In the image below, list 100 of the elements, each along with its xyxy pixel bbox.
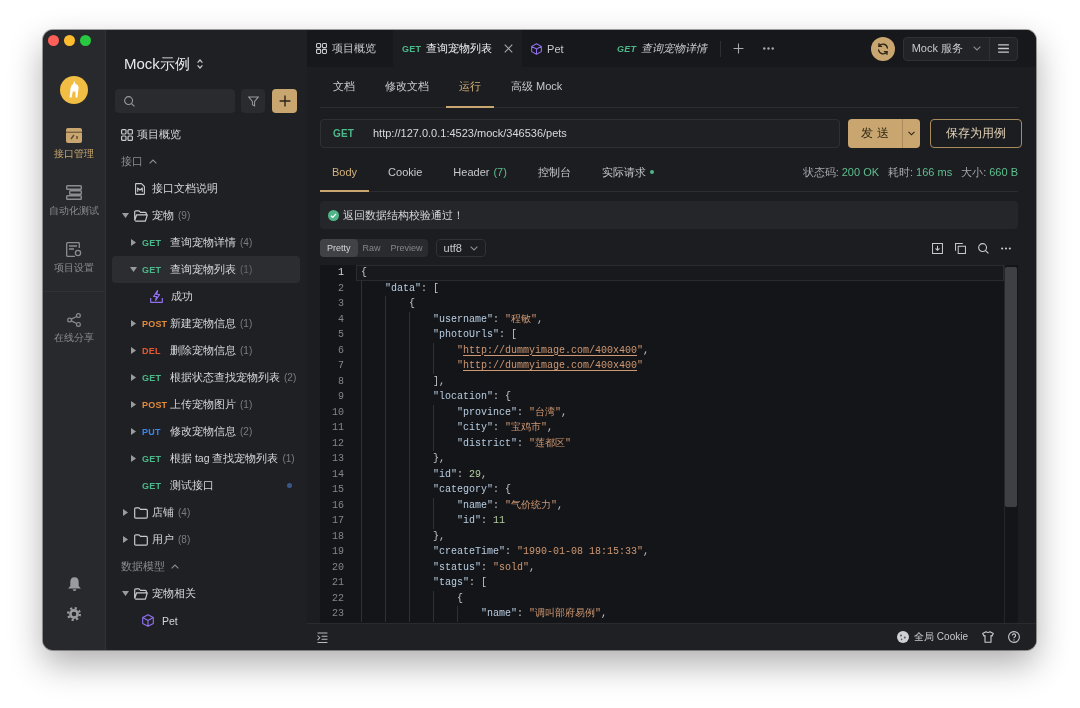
send-button[interactable]: 发 送 (848, 119, 902, 148)
line-number: 23 (332, 607, 344, 621)
tree-item[interactable]: GET 根据状态查找宠物列表 (2) (112, 364, 300, 391)
close-icon[interactable] (504, 44, 514, 53)
caret-right-icon[interactable] (130, 320, 136, 327)
line-number: 11 (332, 421, 344, 435)
tree-item[interactable]: 宠物相关 (112, 580, 300, 607)
url-input[interactable]: http://127.0.0.1:4523/mock/346536/pets (373, 120, 839, 147)
editor-tab[interactable]: GET 查询宠物列表 (393, 30, 523, 67)
caret-down-icon[interactable] (129, 267, 137, 272)
caret-right-icon[interactable] (122, 536, 128, 543)
section-header[interactable]: 接口 (112, 148, 300, 175)
response-tab[interactable]: 控制台 (525, 154, 583, 192)
caret-right-icon[interactable] (122, 509, 128, 516)
rail-nav-item[interactable]: 在线分享 (54, 313, 94, 344)
code-line: { (457, 591, 463, 606)
refresh-icon (876, 42, 889, 55)
line-number: 20 (332, 560, 344, 575)
tree-item[interactable]: 接口文档说明 (112, 175, 300, 202)
tree-item[interactable]: GET 测试接口 (112, 472, 300, 499)
send-options-button[interactable] (902, 119, 920, 148)
view-mode-tab[interactable]: Preview (385, 239, 428, 257)
cookie-icon (897, 631, 910, 643)
method-label: PUT (142, 426, 162, 437)
refresh-button[interactable] (870, 36, 895, 61)
tree-item[interactable]: 用户 (8) (112, 526, 300, 553)
tree-item[interactable]: POST 上传宠物图片 (1) (112, 391, 300, 418)
doc-tab[interactable]: 文档 (320, 67, 368, 108)
line-number: 16 (332, 498, 344, 513)
caret-down-icon[interactable] (121, 213, 129, 218)
tree-item[interactable]: 宠物 (9) (112, 202, 300, 229)
tree-item[interactable]: POST 新建宠物信息 (1) (112, 310, 300, 337)
caret-right-icon[interactable] (130, 239, 136, 246)
more-icon[interactable] (763, 47, 775, 50)
bell-icon[interactable] (67, 577, 81, 591)
code-line: "location": { (433, 390, 512, 404)
lightning-icon (150, 290, 163, 303)
url-link[interactable]: http://dummyimage.com/400x400 (463, 360, 638, 371)
caret-right-icon[interactable] (130, 455, 136, 462)
response-stat: 耗时: 166 ms (888, 165, 953, 180)
line-number: 22 (332, 591, 344, 606)
code-line: }, (433, 529, 445, 544)
global-cookie-button[interactable]: 全局 Cookie (897, 630, 968, 644)
window-close-icon[interactable] (48, 35, 59, 46)
plus-icon[interactable] (733, 43, 745, 54)
line-number: 13 (332, 452, 344, 466)
settings-icon[interactable] (67, 607, 81, 621)
caret-right-icon[interactable] (130, 374, 136, 381)
search-icon[interactable] (978, 242, 989, 254)
tree-item[interactable]: 成功 (112, 283, 300, 310)
method-label: GET (142, 453, 163, 464)
rail-nav-item[interactable]: 项目设置 (54, 242, 94, 274)
tree-item[interactable]: DEL 删除宠物信息 (1) (112, 337, 300, 364)
tree-item[interactable]: 项目概览 (112, 121, 300, 148)
chevron-updown-icon[interactable] (196, 59, 203, 69)
caret-down-icon[interactable] (121, 591, 129, 596)
section-header[interactable]: 数据模型 (112, 553, 300, 580)
shirt-icon[interactable] (982, 631, 994, 643)
doc-tab[interactable]: 高级 Mock (498, 67, 576, 108)
editor-tab[interactable]: 项目概览 (307, 30, 393, 67)
response-tab[interactable]: Cookie (376, 154, 435, 192)
editor-tab[interactable]: GET 查询宠物详情 (608, 30, 717, 67)
folder-icon (134, 506, 148, 519)
caret-right-icon[interactable] (130, 347, 136, 354)
copy-icon[interactable] (955, 242, 966, 254)
save-case-button[interactable]: 保存为用例 (930, 119, 1022, 148)
response-tab[interactable]: Header (7) (441, 154, 519, 192)
tree-item[interactable]: Pet (112, 607, 300, 634)
view-mode-tab[interactable]: Raw (357, 239, 386, 257)
add-button[interactable] (272, 89, 297, 113)
tree-item[interactable]: GET 查询宠物详情 (4) (112, 229, 300, 256)
response-tab[interactable]: Body (320, 154, 370, 192)
url-link[interactable]: http://dummyimage.com/400x400 (463, 344, 638, 356)
rail-nav-item[interactable]: 自动化测试 (49, 185, 99, 217)
rail-nav-item[interactable]: 接口管理 (54, 128, 94, 160)
line-number: 4 (338, 312, 344, 327)
doc-tab[interactable]: 修改文档 (372, 67, 442, 108)
line-number: 2 (338, 281, 344, 296)
filter-button[interactable] (241, 89, 265, 113)
caret-right-icon[interactable] (130, 401, 136, 408)
indent-icon[interactable] (317, 631, 328, 643)
tree-item[interactable]: PUT 修改宠物信息 (2) (112, 418, 300, 445)
encoding-dropdown[interactable]: utf8 (435, 239, 486, 257)
tree-item[interactable]: 店铺 (4) (112, 499, 300, 526)
project-title[interactable]: Mock示例 (124, 55, 190, 73)
caret-right-icon[interactable] (130, 428, 136, 435)
window-minimize-icon[interactable] (64, 35, 75, 46)
doc-tab[interactable]: 运行 (446, 67, 494, 108)
editor-tab[interactable]: Pet (522, 30, 609, 67)
tree-item[interactable]: GET 根据 tag 查找宠物列表 (1) (112, 445, 300, 472)
method-label[interactable]: GET (333, 128, 373, 139)
plus-icon (278, 95, 291, 107)
search-field[interactable] (115, 89, 235, 113)
help-icon[interactable] (1008, 631, 1020, 643)
view-mode-tab[interactable]: Pretty (320, 239, 358, 257)
more-icon[interactable] (1001, 246, 1011, 250)
download-icon[interactable] (932, 242, 943, 254)
response-tab[interactable]: 实际请求 (589, 154, 666, 192)
window-zoom-icon[interactable] (80, 35, 91, 46)
scrollbar-thumb[interactable] (1005, 267, 1017, 507)
